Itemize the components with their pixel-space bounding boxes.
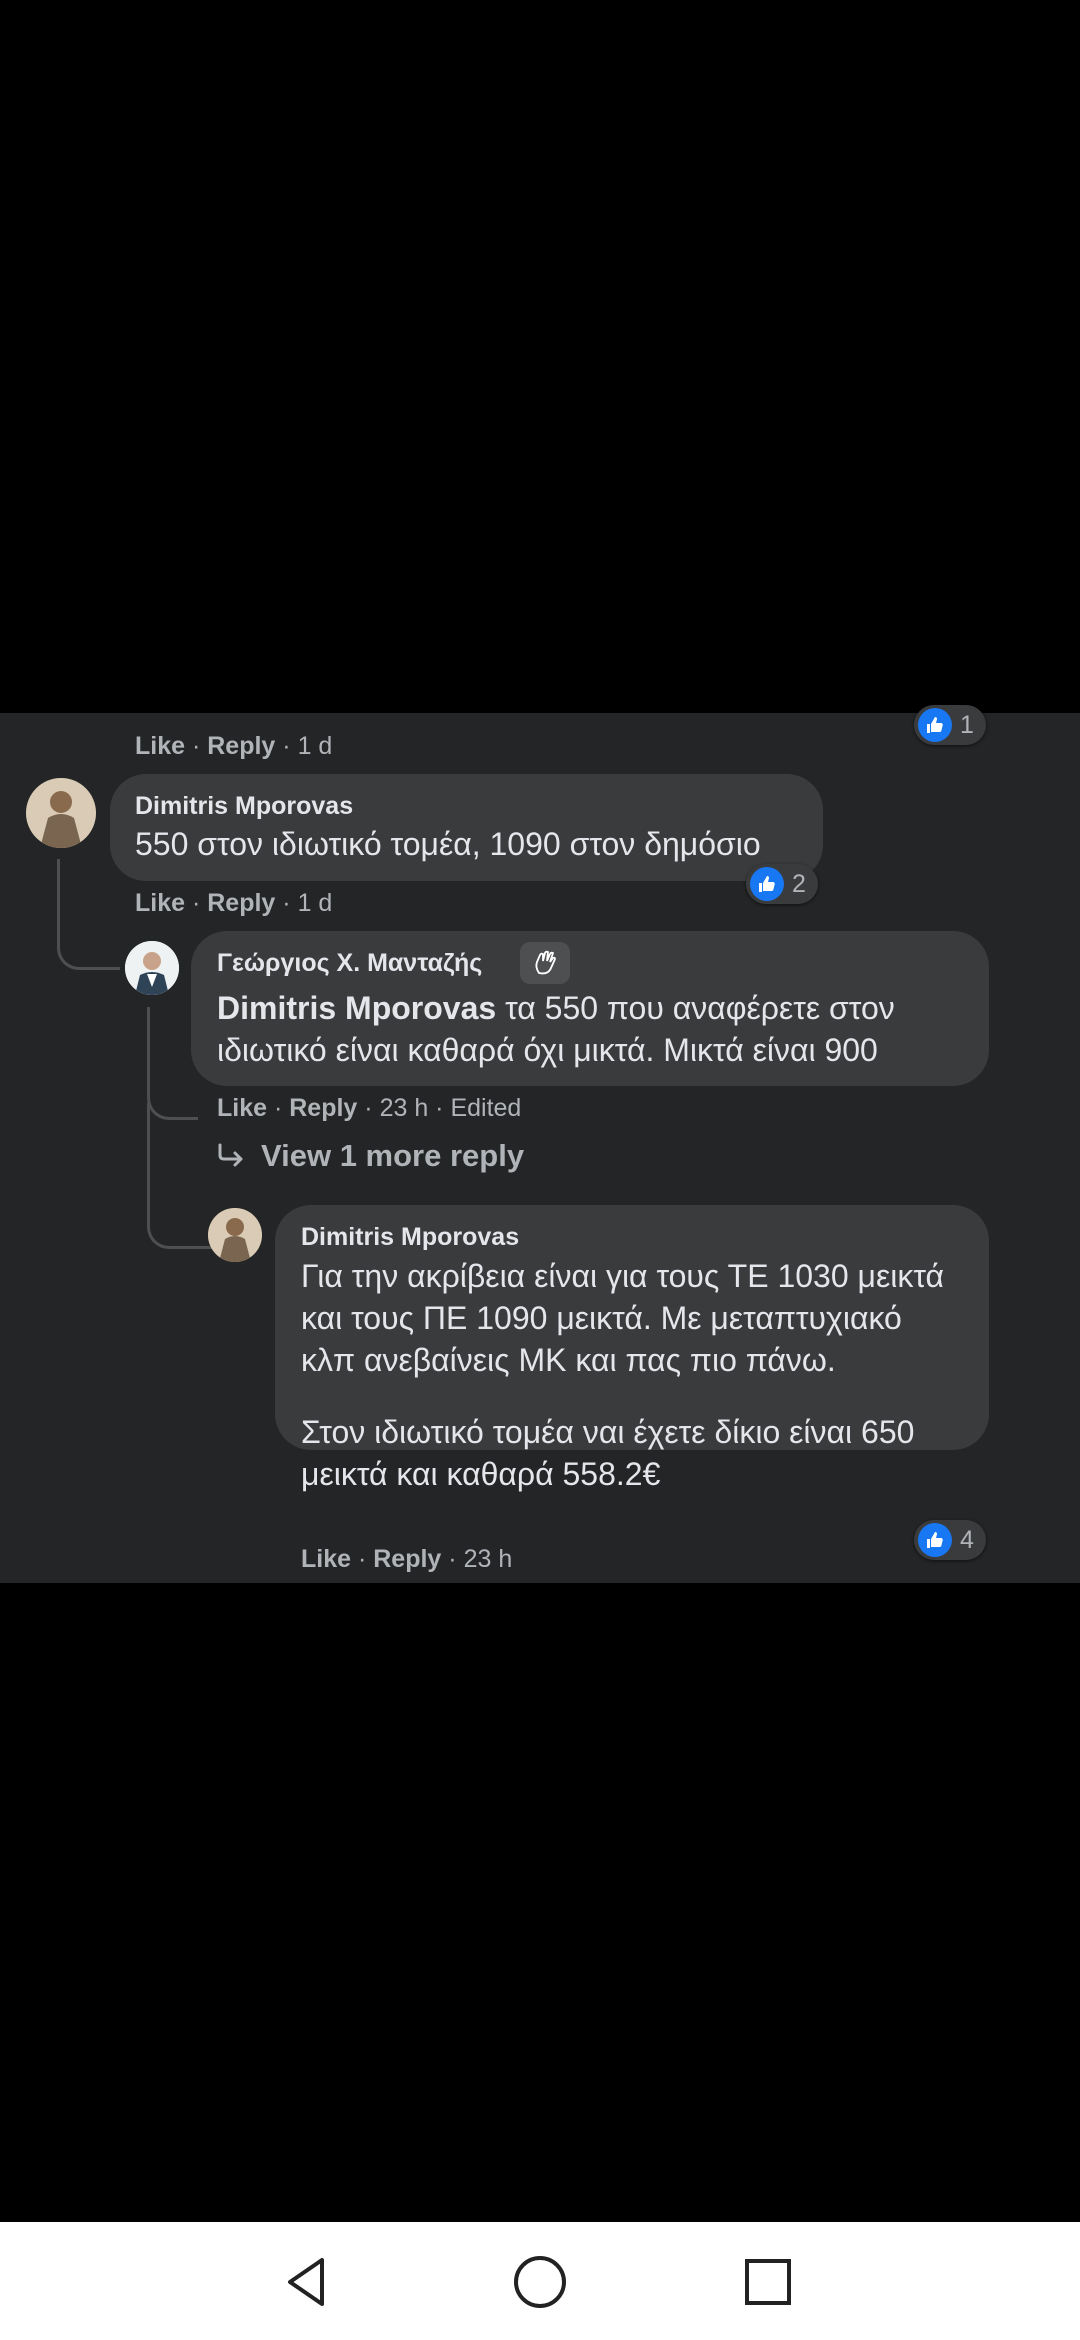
thumbs-up-icon bbox=[750, 867, 784, 901]
reply-paragraph-1: Για την ακρίβεια είναι για τους ΤΕ 1030 … bbox=[301, 1258, 945, 1378]
back-icon[interactable] bbox=[280, 2252, 340, 2312]
like-link[interactable]: Like bbox=[135, 732, 185, 760]
timestamp: 1 d bbox=[297, 889, 333, 917]
reply-author[interactable]: Γεώργιος Χ. Μανταζής bbox=[217, 949, 482, 978]
avatar[interactable] bbox=[125, 941, 179, 995]
comment-author[interactable]: Dimitris Mporovas bbox=[135, 792, 353, 821]
view-more-label: View 1 more reply bbox=[261, 1138, 525, 1173]
comments-panel: Like · Reply · 1 d 1 Dimitris Mporovas 5… bbox=[0, 705, 1080, 1583]
reply-paragraph-2: Στον ιδιωτικό τομέα ναι έχετε δίκιο είνα… bbox=[301, 1414, 915, 1492]
timestamp: 23 h bbox=[463, 1545, 513, 1573]
reply-author[interactable]: Dimitris Mporovas bbox=[301, 1223, 519, 1252]
reply-text: Dimitris Mporovas τα 550 που αναφέρετε σ… bbox=[217, 990, 895, 1068]
reply-reaction-badge[interactable]: 4 bbox=[914, 1520, 986, 1560]
recents-icon[interactable] bbox=[738, 2252, 798, 2312]
thread-line bbox=[57, 859, 120, 970]
avatar[interactable] bbox=[26, 778, 96, 848]
avatar[interactable] bbox=[208, 1208, 262, 1262]
comment-text: 550 στον ιδιωτικό τομέα, 1090 στον δημόσ… bbox=[135, 826, 761, 862]
comment-actions: Like · Reply · 1 d bbox=[135, 889, 333, 917]
reply-actions: Like · Reply · 23 h · Edited bbox=[217, 1094, 522, 1122]
timestamp: 1 d bbox=[297, 732, 333, 760]
reaction-count: 2 bbox=[792, 869, 806, 898]
thumbs-up-icon bbox=[918, 1523, 952, 1557]
system-navigation-bar bbox=[0, 2222, 1080, 2340]
like-link[interactable]: Like bbox=[135, 889, 185, 917]
reply-link[interactable]: Reply bbox=[373, 1545, 441, 1573]
reply-arrow-icon bbox=[217, 1143, 247, 1169]
thread-line bbox=[147, 1103, 212, 1249]
comment-reaction-badge[interactable]: 2 bbox=[746, 864, 818, 904]
like-link[interactable]: Like bbox=[301, 1545, 351, 1573]
top-comment-actions: Like · Reply · 1 d bbox=[135, 732, 333, 760]
wave-icon bbox=[520, 942, 570, 984]
home-icon[interactable] bbox=[510, 2252, 570, 2312]
reply-link[interactable]: Reply bbox=[207, 889, 275, 917]
reaction-count: 1 bbox=[960, 710, 974, 739]
reply-link[interactable]: Reply bbox=[207, 732, 275, 760]
top-reaction-badge[interactable]: 1 bbox=[914, 705, 986, 745]
view-more-replies-button[interactable]: View 1 more reply bbox=[217, 1138, 524, 1174]
thumbs-up-icon bbox=[918, 708, 952, 742]
timestamp: 23 h bbox=[379, 1094, 429, 1122]
like-link[interactable]: Like bbox=[217, 1094, 267, 1122]
reaction-count: 4 bbox=[960, 1525, 974, 1554]
reply-link[interactable]: Reply bbox=[289, 1094, 357, 1122]
reply-actions: Like · Reply · 23 h bbox=[301, 1545, 513, 1573]
mention-link[interactable]: Dimitris Mporovas bbox=[217, 990, 496, 1026]
edited-label: Edited bbox=[450, 1094, 522, 1122]
